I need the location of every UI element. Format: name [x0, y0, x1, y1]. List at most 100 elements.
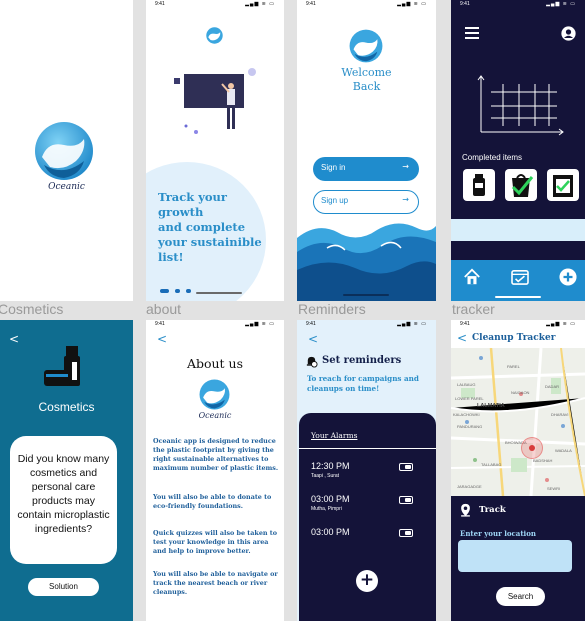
- completed-item-bottle[interactable]: [463, 169, 495, 201]
- solution-label: Solution: [49, 582, 78, 591]
- bottom-nav: [451, 260, 585, 301]
- arrow-right-icon: →: [402, 195, 409, 204]
- hamburger-menu-icon[interactable]: [465, 27, 479, 39]
- sign-in-button[interactable]: Sign in →: [313, 157, 419, 181]
- map-label: BADSHAH: [533, 458, 553, 463]
- completed-items-label: Completed items: [462, 153, 523, 162]
- completed-item-box[interactable]: [547, 169, 579, 201]
- map-roads: [451, 348, 585, 496]
- splash-screen: Oceanic: [0, 0, 133, 301]
- about-paragraph-4: You will also be able to navigate or tra…: [153, 570, 278, 596]
- back-button[interactable]: <: [308, 332, 318, 346]
- solution-button[interactable]: Solution: [28, 578, 99, 596]
- page-dot: [186, 289, 192, 293]
- caption-reminders: Reminders: [298, 301, 366, 317]
- completed-item-bag[interactable]: [505, 169, 537, 201]
- whale-logo-icon: [206, 27, 223, 44]
- map-pin-icon: [461, 503, 470, 517]
- status-bar: 9:41 ▂▄▆ ≋ ▭: [306, 1, 427, 7]
- sign-up-button[interactable]: Sign up →: [313, 190, 419, 214]
- progress-grid-icon: [477, 75, 564, 136]
- caption-cosmetics: Cosmetics: [0, 301, 64, 317]
- cosmetics-screen: < Cosmetics Did you know many cosmetics …: [0, 320, 133, 621]
- presenter-illustration: [174, 68, 256, 134]
- status-bar: 9:41 ▂▄▆ ≋ ▭: [460, 321, 576, 327]
- search-button[interactable]: Search: [496, 587, 545, 606]
- reminders-title: Set reminders: [322, 355, 402, 366]
- page-dot: [175, 289, 181, 293]
- map-view[interactable]: PAREL LALBAUG DADAR NAIGAON LOWER PAREL …: [451, 348, 585, 496]
- sign-in-label: Sign in: [321, 163, 346, 172]
- map-label: WADALA: [555, 448, 572, 453]
- map-label: PANDURANG: [457, 424, 483, 429]
- back-button[interactable]: <: [457, 331, 467, 345]
- light-band: [451, 219, 585, 241]
- about-paragraph-1: Oceanic app is designed to reduce the pl…: [153, 437, 279, 472]
- app-showcase: Oceanic 9:41 ▂▄▆ ≋ ▭ Track your growth an…: [0, 0, 585, 621]
- back-button[interactable]: <: [157, 332, 167, 346]
- page-indicator[interactable]: [160, 278, 192, 297]
- location-input[interactable]: [458, 540, 572, 572]
- alarm-row[interactable]: 03:00 PM: [311, 527, 426, 549]
- fact-card: Did you know many cosmetics and personal…: [10, 436, 117, 564]
- caption-tracker: tracker: [452, 301, 495, 317]
- sign-up-label: Sign up: [321, 196, 349, 205]
- map-label: LOWER PAREL: [455, 396, 484, 401]
- alarms-divider: [299, 448, 436, 449]
- home-indicator: [343, 294, 389, 296]
- cleanup-tracker-screen: 9:41 ▂▄▆ ≋ ▭ < Cleanup Tracker PAREL LALB…: [451, 320, 585, 621]
- bottle-icon: [473, 174, 485, 196]
- alarm-row[interactable]: 03:00 PM Mutha, Pimpri: [311, 494, 426, 516]
- whale-logo-icon: [35, 122, 93, 180]
- about-paragraph-3: Quick quizzes will also be taken to test…: [153, 529, 277, 555]
- location-marker-icon: [521, 437, 543, 459]
- caption-about: about: [146, 301, 182, 317]
- whale-logo-icon: [199, 379, 230, 410]
- alarms-panel: Your Alarms 12:30 PM Taapi , Surat 03:00…: [299, 413, 436, 621]
- add-circle-icon[interactable]: [559, 268, 577, 286]
- alarms-header: Your Alarms: [311, 431, 358, 440]
- back-button[interactable]: <: [9, 332, 19, 346]
- status-bar: 9:41 ▂▄▆ ≋ ▭: [155, 321, 275, 327]
- reminders-subtitle: To reach for campaigns and cleanups on t…: [307, 374, 419, 393]
- fact-text: Did you know many cosmetics and personal…: [17, 453, 110, 535]
- whale-logo-icon: [349, 29, 383, 63]
- map-label: NAIGAON: [511, 390, 530, 395]
- alarm-toggle[interactable]: [399, 463, 413, 471]
- tracker-home-screen: 9:41 ▂▄▆ ≋ ▭ Completed items: [451, 0, 585, 301]
- track-label: Track: [479, 505, 506, 515]
- cleanup-title: Cleanup Tracker: [472, 333, 556, 343]
- map-label: DHARAVI: [551, 412, 569, 417]
- about-screen: 9:41 ▂▄▆ ≋ ▭ < About us Oceanic Oceanic a…: [146, 320, 284, 621]
- alarm-toggle[interactable]: [399, 496, 413, 504]
- map-label: LALBAUG: [457, 382, 476, 387]
- reminders-screen: 9:41 ▂▄▆ ≋ ▭ < Set reminders To reach for…: [297, 320, 436, 621]
- home-indicator: [196, 292, 242, 294]
- cosmetics-title: Cosmetics: [38, 400, 95, 414]
- map-label: DADAR: [545, 384, 560, 389]
- alarm-place: Mutha, Pimpri: [311, 506, 342, 512]
- add-alarm-button[interactable]: +: [356, 570, 378, 592]
- page-dot-active: [160, 289, 169, 293]
- track-panel: Track Enter your location Search: [451, 496, 585, 621]
- profile-icon[interactable]: [561, 26, 576, 41]
- status-bar: 9:41 ▂▄▆ ≋ ▭: [460, 1, 576, 7]
- onboarding-headline: Track your growth and complete your sust…: [158, 190, 262, 264]
- onboarding-screen: 9:41 ▂▄▆ ≋ ▭ Track your growth and comple…: [146, 0, 284, 301]
- welcome-title: Welcome Back: [341, 66, 392, 93]
- brand-name: Oceanic: [198, 411, 232, 420]
- calendar-check-icon[interactable]: [511, 269, 529, 285]
- cosmetics-icon: [44, 346, 80, 386]
- map-label: SEWRI: [547, 486, 561, 491]
- map-label: KALACHOWKI: [453, 412, 480, 417]
- about-title: About us: [186, 356, 244, 371]
- bag-check-icon: [511, 174, 534, 197]
- alarm-row[interactable]: 12:30 PM Taapi , Surat: [311, 461, 426, 483]
- alarm-toggle[interactable]: [399, 529, 413, 537]
- map-label: PAREL: [507, 364, 520, 369]
- map-label: LALMATIA: [477, 403, 505, 409]
- home-icon[interactable]: [463, 268, 481, 286]
- bell-clock-icon: [306, 356, 318, 368]
- plus-icon: +: [359, 570, 375, 590]
- home-indicator: [495, 296, 541, 298]
